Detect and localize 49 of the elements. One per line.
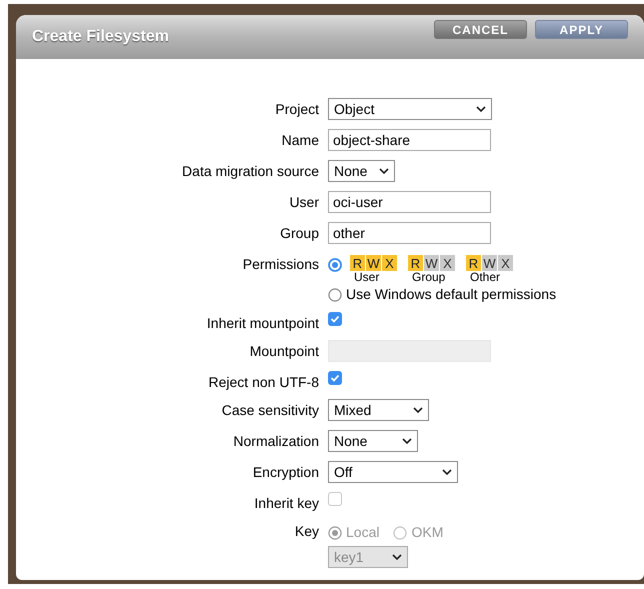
- chevron-down-icon: [379, 168, 389, 174]
- field-label: Project: [275, 100, 319, 119]
- radio-button[interactable]: [328, 258, 342, 272]
- dropdown[interactable]: Object: [328, 98, 492, 120]
- field-label: Group: [280, 224, 319, 243]
- field-label: Data migration source: [182, 162, 319, 181]
- permission-bit[interactable]: W: [482, 255, 497, 271]
- field-label: Inherit key: [254, 494, 319, 513]
- field-label: Case sensitivity: [222, 401, 319, 420]
- input-field[interactable]: object-share: [328, 129, 491, 151]
- dropdown[interactable]: None: [328, 160, 395, 182]
- field-label: Mountpoint: [250, 342, 319, 361]
- permission-bit[interactable]: X: [498, 255, 513, 271]
- radio-label: Use Windows default permissions: [346, 285, 556, 304]
- field-label: Permissions: [242, 255, 319, 274]
- permission-bit[interactable]: R: [408, 255, 423, 271]
- permission-group-label: User: [353, 271, 380, 284]
- field-label: Inherit mountpoint: [206, 314, 319, 333]
- radio-button[interactable]: [328, 288, 342, 302]
- input-field[interactable]: oci-user: [328, 191, 491, 213]
- dropdown[interactable]: Mixed: [328, 399, 429, 421]
- field-label: User: [289, 193, 319, 212]
- chevron-down-icon: [442, 468, 452, 476]
- chevron-down-icon: [413, 406, 423, 414]
- radio-label: Local: [346, 523, 380, 542]
- permission-bit[interactable]: W: [366, 255, 381, 271]
- permission-bit[interactable]: X: [440, 255, 455, 271]
- chevron-down-icon: [402, 438, 412, 444]
- field-label: Reject non UTF-8: [208, 373, 319, 392]
- checkbox[interactable]: [328, 312, 342, 326]
- permission-bit[interactable]: W: [424, 255, 439, 271]
- field-label: Key: [294, 522, 319, 541]
- permission-bit[interactable]: X: [382, 255, 397, 271]
- chevron-down-icon: [392, 554, 402, 560]
- chevron-down-icon: [476, 106, 486, 112]
- cancel-button[interactable]: CANCEL: [434, 20, 527, 38]
- permission-bit[interactable]: R: [466, 255, 481, 271]
- dialog-title: Create Filesystem: [32, 27, 169, 47]
- input-field[interactable]: other: [328, 222, 491, 244]
- dropdown[interactable]: None: [328, 430, 418, 452]
- radio-label: OKM: [411, 523, 444, 542]
- field-label: Normalization: [233, 432, 319, 451]
- dropdown[interactable]: Off: [328, 461, 458, 483]
- field-label: Encryption: [252, 463, 319, 482]
- checkbox[interactable]: [328, 371, 342, 385]
- permission-group-label: Other: [469, 271, 500, 284]
- permission-bit[interactable]: R: [350, 255, 365, 271]
- permission-group-label: Group: [411, 271, 446, 284]
- field-label: Name: [282, 131, 319, 150]
